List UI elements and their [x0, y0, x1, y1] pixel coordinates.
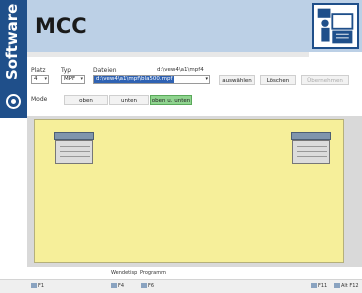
header-strip	[27, 52, 309, 57]
machine-left[interactable]	[54, 132, 94, 166]
machine-line	[60, 146, 90, 147]
operator-icon	[312, 3, 359, 49]
typ-value: MPF	[64, 76, 76, 82]
function-key-bar: F1 F4 F6 F11 Alt F12	[0, 279, 362, 293]
f6-label: F6	[148, 283, 155, 289]
machine-line	[297, 156, 327, 157]
f4-label: F4	[118, 283, 125, 289]
mode-unten-button[interactable]: unten	[109, 95, 149, 105]
typ-select[interactable]: MPF ▾	[61, 75, 85, 84]
file-value: d:\vew4\a1\mpf\bla500.mpf	[94, 76, 175, 83]
mode-label: Mode	[31, 96, 48, 103]
wendetisch-label: Wendetisp	[111, 270, 138, 276]
alt-f12-key[interactable]: Alt F12	[334, 283, 359, 289]
chevron-down-icon: ▾	[80, 76, 83, 82]
machine-line	[60, 156, 90, 157]
platz-select[interactable]: 4 ▾	[31, 75, 49, 84]
logo-icon	[6, 94, 21, 109]
chevron-down-icon: ▾	[205, 76, 208, 82]
f4-key[interactable]: F4	[111, 283, 124, 289]
machine-line	[297, 151, 327, 152]
alt-f12-label: Alt F12	[341, 283, 359, 289]
f1-key[interactable]: F1	[31, 283, 44, 289]
machine-top	[291, 132, 331, 140]
f11-label: F11	[318, 283, 328, 289]
key-icon	[311, 283, 317, 288]
machine-right[interactable]	[291, 132, 331, 166]
machine-line	[60, 151, 90, 152]
machine-line	[297, 146, 327, 147]
apply-button[interactable]: Übernehmen	[301, 75, 349, 85]
brand-label: Software	[3, 3, 21, 80]
app-title: MCC	[35, 14, 87, 38]
header: MCC	[27, 0, 362, 52]
platz-value: 4	[34, 76, 38, 82]
key-icon	[141, 283, 147, 288]
current-path: d:\vew4\a1\mpf4	[157, 67, 204, 73]
file-input[interactable]: d:\vew4\a1\mpf\bla500.mpf ▾	[93, 75, 210, 84]
mode-both-button[interactable]: oben u. unten	[150, 95, 192, 105]
mode-oben-button[interactable]: oben	[64, 95, 108, 105]
f1-label: F1	[38, 283, 45, 289]
brand-sidebar: Software	[0, 0, 27, 118]
workspace-area	[34, 119, 344, 263]
f11-key[interactable]: F11	[311, 283, 327, 289]
key-icon	[111, 283, 117, 288]
programm-label: Programm	[140, 270, 166, 276]
machine-body	[55, 140, 93, 164]
machine-top	[54, 132, 94, 140]
key-icon	[31, 283, 37, 288]
key-icon	[334, 283, 340, 288]
f6-key[interactable]: F6	[141, 283, 154, 289]
select-button[interactable]: auswählen	[219, 75, 255, 85]
typ-label: Typ	[61, 67, 72, 74]
chevron-down-icon: ▾	[44, 76, 47, 82]
platz-label: Platz	[31, 67, 46, 74]
machine-body	[292, 140, 330, 164]
dateien-label: Dateien	[93, 67, 117, 74]
delete-button[interactable]: Löschen	[260, 75, 296, 85]
